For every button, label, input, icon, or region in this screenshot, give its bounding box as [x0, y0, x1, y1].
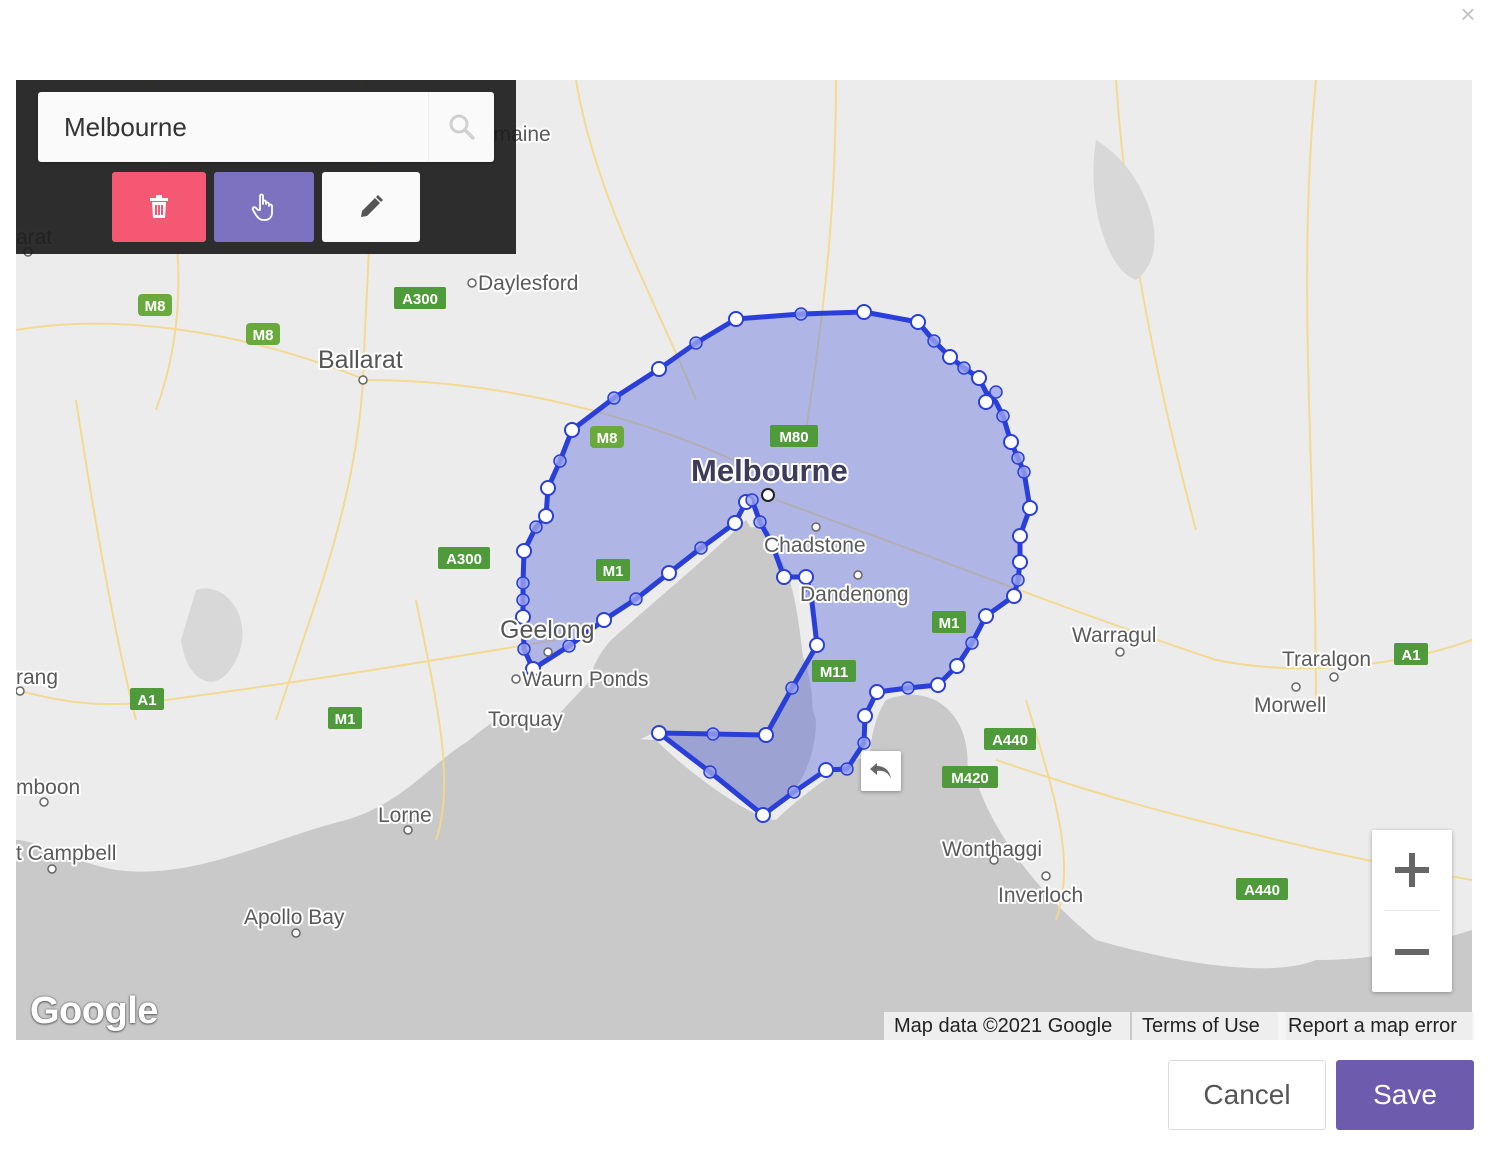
- label-warragul: Warragul: [1072, 624, 1156, 647]
- shield-a300: A300: [394, 287, 446, 309]
- label-warrnambool-partial: mboon: [16, 776, 80, 799]
- city-center-marker: [761, 488, 775, 502]
- shield-a300: A300: [438, 547, 490, 569]
- svg-text:M420: M420: [951, 770, 989, 787]
- plus-icon: [1395, 853, 1429, 887]
- shield-m8: M8: [138, 294, 172, 316]
- search-icon[interactable]: [428, 92, 495, 162]
- svg-text:A440: A440: [992, 732, 1028, 749]
- zoom-out-button[interactable]: [1372, 912, 1452, 992]
- shield-m1: M1: [328, 707, 362, 729]
- undo-button[interactable]: [861, 751, 901, 791]
- shield-m8: M8: [246, 323, 280, 345]
- hand-pointer-icon: [251, 193, 273, 221]
- svg-text:M8: M8: [145, 298, 166, 315]
- trash-icon: [150, 195, 168, 218]
- svg-text:A440: A440: [1244, 882, 1280, 899]
- svg-text:A1: A1: [137, 692, 156, 709]
- shield-m420: M420: [942, 766, 998, 788]
- label-dandenong: Dandenong: [800, 583, 909, 606]
- undo-icon: [870, 763, 891, 779]
- svg-text:M8: M8: [253, 327, 274, 344]
- shield-a440: A440: [1236, 878, 1288, 900]
- minus-icon: [1395, 949, 1429, 955]
- label-lorne: Lorne: [378, 804, 432, 827]
- label-melbourne: Melbourne: [691, 453, 848, 488]
- label-inverloch: Inverloch: [998, 884, 1083, 907]
- shield-m1: M1: [596, 559, 630, 581]
- pencil-icon: [361, 195, 383, 217]
- label-ballarat: Ballarat: [318, 346, 403, 374]
- zoom-in-button[interactable]: [1372, 830, 1452, 910]
- svg-text:A300: A300: [402, 291, 438, 308]
- label-morwell: Morwell: [1254, 694, 1326, 717]
- svg-text:M8: M8: [597, 430, 618, 447]
- label-chadstone: Chadstone: [764, 534, 866, 557]
- zoom-divider: [1384, 910, 1440, 911]
- shield-a1: A1: [130, 688, 164, 710]
- shield-a440: A440: [984, 728, 1036, 750]
- svg-text:M1: M1: [335, 711, 356, 728]
- shield-a1: A1: [1394, 643, 1428, 665]
- shield-m11: M11: [812, 660, 856, 682]
- search-box: [38, 92, 494, 162]
- zoom-control: [1372, 830, 1452, 992]
- map-data-attribution: Map data ©2021 Google: [884, 1012, 1130, 1040]
- terms-of-use-link[interactable]: Terms of Use: [1132, 1012, 1286, 1040]
- label-torquay: Torquay: [488, 708, 563, 731]
- label-geelong: Geelong: [500, 616, 595, 644]
- drawing-toolbar: [16, 80, 516, 254]
- google-logo: Google: [30, 990, 158, 1032]
- svg-text:M11: M11: [820, 664, 848, 681]
- label-daylesford: Daylesford: [478, 272, 578, 295]
- shield-m8: M8: [590, 426, 624, 448]
- svg-text:A300: A300: [446, 551, 482, 568]
- cancel-button[interactable]: Cancel: [1168, 1060, 1326, 1130]
- label-waurn-ponds: Waurn Ponds: [522, 668, 648, 691]
- label-apollo-bay: Apollo Bay: [244, 906, 345, 929]
- report-map-error-link[interactable]: Report a map error: [1278, 1012, 1474, 1040]
- shield-m80: M80: [770, 425, 818, 447]
- label-port-campbell-partial: t Campbell: [16, 842, 116, 865]
- label-traralgon: Traralgon: [1282, 648, 1371, 671]
- delete-shape-button[interactable]: [112, 172, 206, 242]
- save-button[interactable]: Save: [1336, 1060, 1474, 1130]
- terrain-patch: [181, 588, 243, 682]
- edit-shape-button[interactable]: [322, 172, 420, 242]
- shield-m1: M1: [932, 611, 966, 633]
- label-colac-partial: rang: [16, 666, 58, 689]
- pan-tool-button[interactable]: [214, 172, 314, 242]
- close-icon[interactable]: ×: [1456, 1, 1480, 27]
- search-input[interactable]: [38, 92, 428, 162]
- svg-text:A1: A1: [1401, 647, 1420, 664]
- svg-text:M1: M1: [939, 615, 960, 632]
- svg-text:M1: M1: [603, 563, 624, 580]
- svg-text:M80: M80: [779, 429, 808, 446]
